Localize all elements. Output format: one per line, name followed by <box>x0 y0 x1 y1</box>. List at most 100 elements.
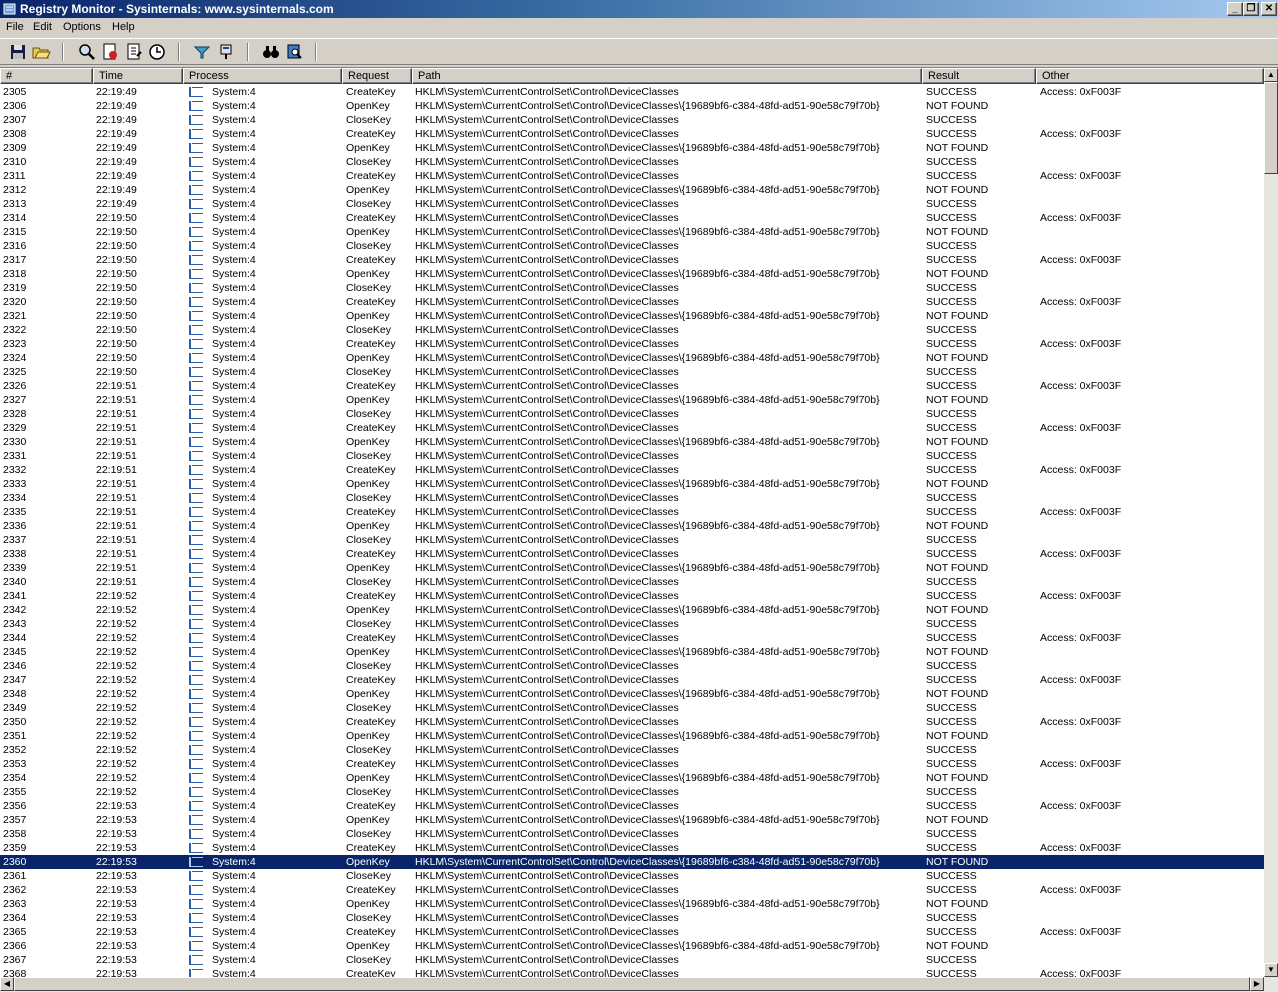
column-header-time[interactable]: Time <box>93 68 183 84</box>
table-row[interactable]: 2325 22:19:50 System:4 CloseKey HKLM\System\… <box>0 365 1264 379</box>
table-row[interactable]: 2333 22:19:51 System:4 OpenKey HKLM\System\C… <box>0 477 1264 491</box>
table-row[interactable]: 2323 22:19:50 System:4 CreateKey HKLM\System… <box>0 337 1264 351</box>
table-row[interactable]: 2312 22:19:49 System:4 OpenKey HKLM\System\C… <box>0 183 1264 197</box>
column-header-process[interactable]: Process <box>183 68 342 84</box>
table-row[interactable]: 2314 22:19:50 System:4 CreateKey HKLM\System… <box>0 211 1264 225</box>
table-row[interactable]: 2307 22:19:49 System:4 CloseKey HKLM\System\… <box>0 113 1264 127</box>
table-row[interactable]: 2334 22:19:51 System:4 CloseKey HKLM\System\… <box>0 491 1264 505</box>
table-row[interactable]: 2344 22:19:52 System:4 CreateKey HKLM\System… <box>0 631 1264 645</box>
table-row[interactable]: 2359 22:19:53 System:4 CreateKey HKLM\System… <box>0 841 1264 855</box>
table-row[interactable]: 2305 22:19:49 System:4 CreateKey HKLM\System… <box>0 85 1264 99</box>
table-row[interactable]: 2349 22:19:52 System:4 CloseKey HKLM\System\… <box>0 701 1264 715</box>
column-header-other[interactable]: Other <box>1036 68 1264 84</box>
table-row[interactable]: 2308 22:19:49 System:4 CreateKey HKLM\System… <box>0 127 1264 141</box>
jump-icon[interactable] <box>284 42 304 62</box>
table-row[interactable]: 2350 22:19:52 System:4 CreateKey HKLM\System… <box>0 715 1264 729</box>
table-row[interactable]: 2335 22:19:51 System:4 CreateKey HKLM\System… <box>0 505 1264 519</box>
table-row[interactable]: 2326 22:19:51 System:4 CreateKey HKLM\System… <box>0 379 1264 393</box>
table-row[interactable]: 2324 22:19:50 System:4 OpenKey HKLM\System\C… <box>0 351 1264 365</box>
table-row[interactable]: 2347 22:19:52 System:4 CreateKey HKLM\System… <box>0 673 1264 687</box>
table-row[interactable]: 2336 22:19:51 System:4 OpenKey HKLM\System\C… <box>0 519 1264 533</box>
table-row[interactable]: 2343 22:19:52 System:4 CloseKey HKLM\System\… <box>0 617 1264 631</box>
table-row[interactable]: 2358 22:19:53 System:4 CloseKey HKLM\System\… <box>0 827 1264 841</box>
table-row[interactable]: 2331 22:19:51 System:4 CloseKey HKLM\System\… <box>0 449 1264 463</box>
table-row[interactable]: 2319 22:19:50 System:4 CloseKey HKLM\System\… <box>0 281 1264 295</box>
close-button[interactable]: ✕ <box>1261 2 1277 16</box>
autoscroll-icon[interactable] <box>124 42 144 62</box>
table-row[interactable]: 2354 22:19:52 System:4 OpenKey HKLM\System\C… <box>0 771 1264 785</box>
table-row[interactable]: 2339 22:19:51 System:4 OpenKey HKLM\System\C… <box>0 561 1264 575</box>
table-row[interactable]: 2327 22:19:51 System:4 OpenKey HKLM\System\C… <box>0 393 1264 407</box>
table-row[interactable]: 2318 22:19:50 System:4 OpenKey HKLM\System\C… <box>0 267 1264 281</box>
row-time: 22:19:52 <box>96 646 137 658</box>
filter-icon[interactable] <box>192 42 212 62</box>
table-row[interactable]: 2315 22:19:50 System:4 OpenKey HKLM\System\C… <box>0 225 1264 239</box>
table-row[interactable]: 2346 22:19:52 System:4 CloseKey HKLM\System\… <box>0 659 1264 673</box>
table-row[interactable]: 2367 22:19:53 System:4 CloseKey HKLM\System\… <box>0 953 1264 967</box>
horizontal-scrollbar[interactable]: ◀ ▶ <box>0 977 1278 992</box>
table-row[interactable]: 2338 22:19:51 System:4 CreateKey HKLM\System… <box>0 547 1264 561</box>
table-row[interactable]: 2332 22:19:51 System:4 CreateKey HKLM\System… <box>0 463 1264 477</box>
table-row[interactable]: 2311 22:19:49 System:4 CreateKey HKLM\System… <box>0 169 1264 183</box>
table-row[interactable]: 2330 22:19:51 System:4 OpenKey HKLM\System\C… <box>0 435 1264 449</box>
capture-icon[interactable] <box>100 42 120 62</box>
table-row[interactable]: 2357 22:19:53 System:4 OpenKey HKLM\System\C… <box>0 813 1264 827</box>
menu-options[interactable]: Options <box>63 21 101 33</box>
table-row[interactable]: 2355 22:19:52 System:4 CloseKey HKLM\System\… <box>0 785 1264 799</box>
table-row[interactable]: 2340 22:19:51 System:4 CloseKey HKLM\System\… <box>0 575 1264 589</box>
save-icon[interactable] <box>8 42 28 62</box>
table-row[interactable]: 2352 22:19:52 System:4 CloseKey HKLM\System\… <box>0 743 1264 757</box>
title-bar[interactable]: Registry Monitor - Sysinternals: www.sys… <box>0 0 1278 18</box>
table-row[interactable]: 2362 22:19:53 System:4 CreateKey HKLM\System… <box>0 883 1264 897</box>
table-row[interactable]: 2306 22:19:49 System:4 OpenKey HKLM\System\C… <box>0 99 1264 113</box>
table-row[interactable]: 2348 22:19:52 System:4 OpenKey HKLM\System\C… <box>0 687 1264 701</box>
column-header-number[interactable]: # <box>0 68 93 84</box>
table-row[interactable]: 2316 22:19:50 System:4 CloseKey HKLM\System\… <box>0 239 1264 253</box>
table-row[interactable]: 2320 22:19:50 System:4 CreateKey HKLM\System… <box>0 295 1264 309</box>
menu-edit[interactable]: Edit <box>33 21 52 33</box>
table-row[interactable]: 2360 22:19:53 System:4 OpenKey HKLM\System\C… <box>0 855 1264 869</box>
table-row[interactable]: 2356 22:19:53 System:4 CreateKey HKLM\System… <box>0 799 1264 813</box>
open-icon[interactable] <box>31 42 51 62</box>
menu-file[interactable]: File <box>6 21 24 33</box>
clock-icon[interactable] <box>147 42 167 62</box>
table-row[interactable]: 2317 22:19:50 System:4 CreateKey HKLM\System… <box>0 253 1264 267</box>
table-row[interactable]: 2364 22:19:53 System:4 CloseKey HKLM\System\… <box>0 911 1264 925</box>
row-other: Access: 0xF003F <box>1040 254 1122 266</box>
event-list[interactable]: # Time Process Request Path Result Other… <box>0 67 1278 992</box>
table-row[interactable]: 2321 22:19:50 System:4 OpenKey HKLM\System\C… <box>0 309 1264 323</box>
scroll-up-button[interactable]: ▲ <box>1264 68 1278 82</box>
column-header-path[interactable]: Path <box>412 68 922 84</box>
table-row[interactable]: 2353 22:19:52 System:4 CreateKey HKLM\System… <box>0 757 1264 771</box>
scroll-left-button[interactable]: ◀ <box>0 977 14 991</box>
restore-button[interactable]: ❐ <box>1243 2 1259 16</box>
search-icon[interactable] <box>261 42 281 62</box>
table-row[interactable]: 2313 22:19:49 System:4 CloseKey HKLM\System\… <box>0 197 1264 211</box>
scroll-down-button[interactable]: ▼ <box>1264 963 1278 977</box>
column-header-result[interactable]: Result <box>922 68 1036 84</box>
table-row[interactable]: 2337 22:19:51 System:4 CloseKey HKLM\System\… <box>0 533 1264 547</box>
table-row[interactable]: 2328 22:19:51 System:4 CloseKey HKLM\System\… <box>0 407 1264 421</box>
scroll-right-button[interactable]: ▶ <box>1250 977 1264 991</box>
table-row[interactable]: 2368 22:19:53 System:4 CreateKey HKLM\System… <box>0 967 1264 977</box>
table-row[interactable]: 2322 22:19:50 System:4 CloseKey HKLM\System\… <box>0 323 1264 337</box>
vertical-scrollbar[interactable]: ▲ ▼ <box>1264 68 1278 977</box>
table-row[interactable]: 2366 22:19:53 System:4 OpenKey HKLM\System\C… <box>0 939 1264 953</box>
table-row[interactable]: 2345 22:19:52 System:4 OpenKey HKLM\System\C… <box>0 645 1264 659</box>
table-row[interactable]: 2309 22:19:49 System:4 OpenKey HKLM\System\C… <box>0 141 1264 155</box>
menu-help[interactable]: Help <box>112 21 135 33</box>
table-row[interactable]: 2351 22:19:52 System:4 OpenKey HKLM\System\C… <box>0 729 1264 743</box>
table-row[interactable]: 2342 22:19:52 System:4 OpenKey HKLM\System\C… <box>0 603 1264 617</box>
horizontal-scroll-thumb[interactable] <box>14 977 1250 991</box>
table-row[interactable]: 2361 22:19:53 System:4 CloseKey HKLM\System\… <box>0 869 1264 883</box>
table-row[interactable]: 2363 22:19:53 System:4 OpenKey HKLM\System\C… <box>0 897 1264 911</box>
table-row[interactable]: 2365 22:19:53 System:4 CreateKey HKLM\System… <box>0 925 1264 939</box>
vertical-scroll-thumb[interactable] <box>1264 82 1278 174</box>
minimize-button[interactable]: _ <box>1227 2 1243 16</box>
table-row[interactable]: 2341 22:19:52 System:4 CreateKey HKLM\System… <box>0 589 1264 603</box>
column-header-request[interactable]: Request <box>342 68 412 84</box>
find-icon[interactable] <box>77 42 97 62</box>
highlight-icon[interactable] <box>216 42 236 62</box>
table-row[interactable]: 2329 22:19:51 System:4 CreateKey HKLM\System… <box>0 421 1264 435</box>
table-row[interactable]: 2310 22:19:49 System:4 CloseKey HKLM\System\… <box>0 155 1264 169</box>
